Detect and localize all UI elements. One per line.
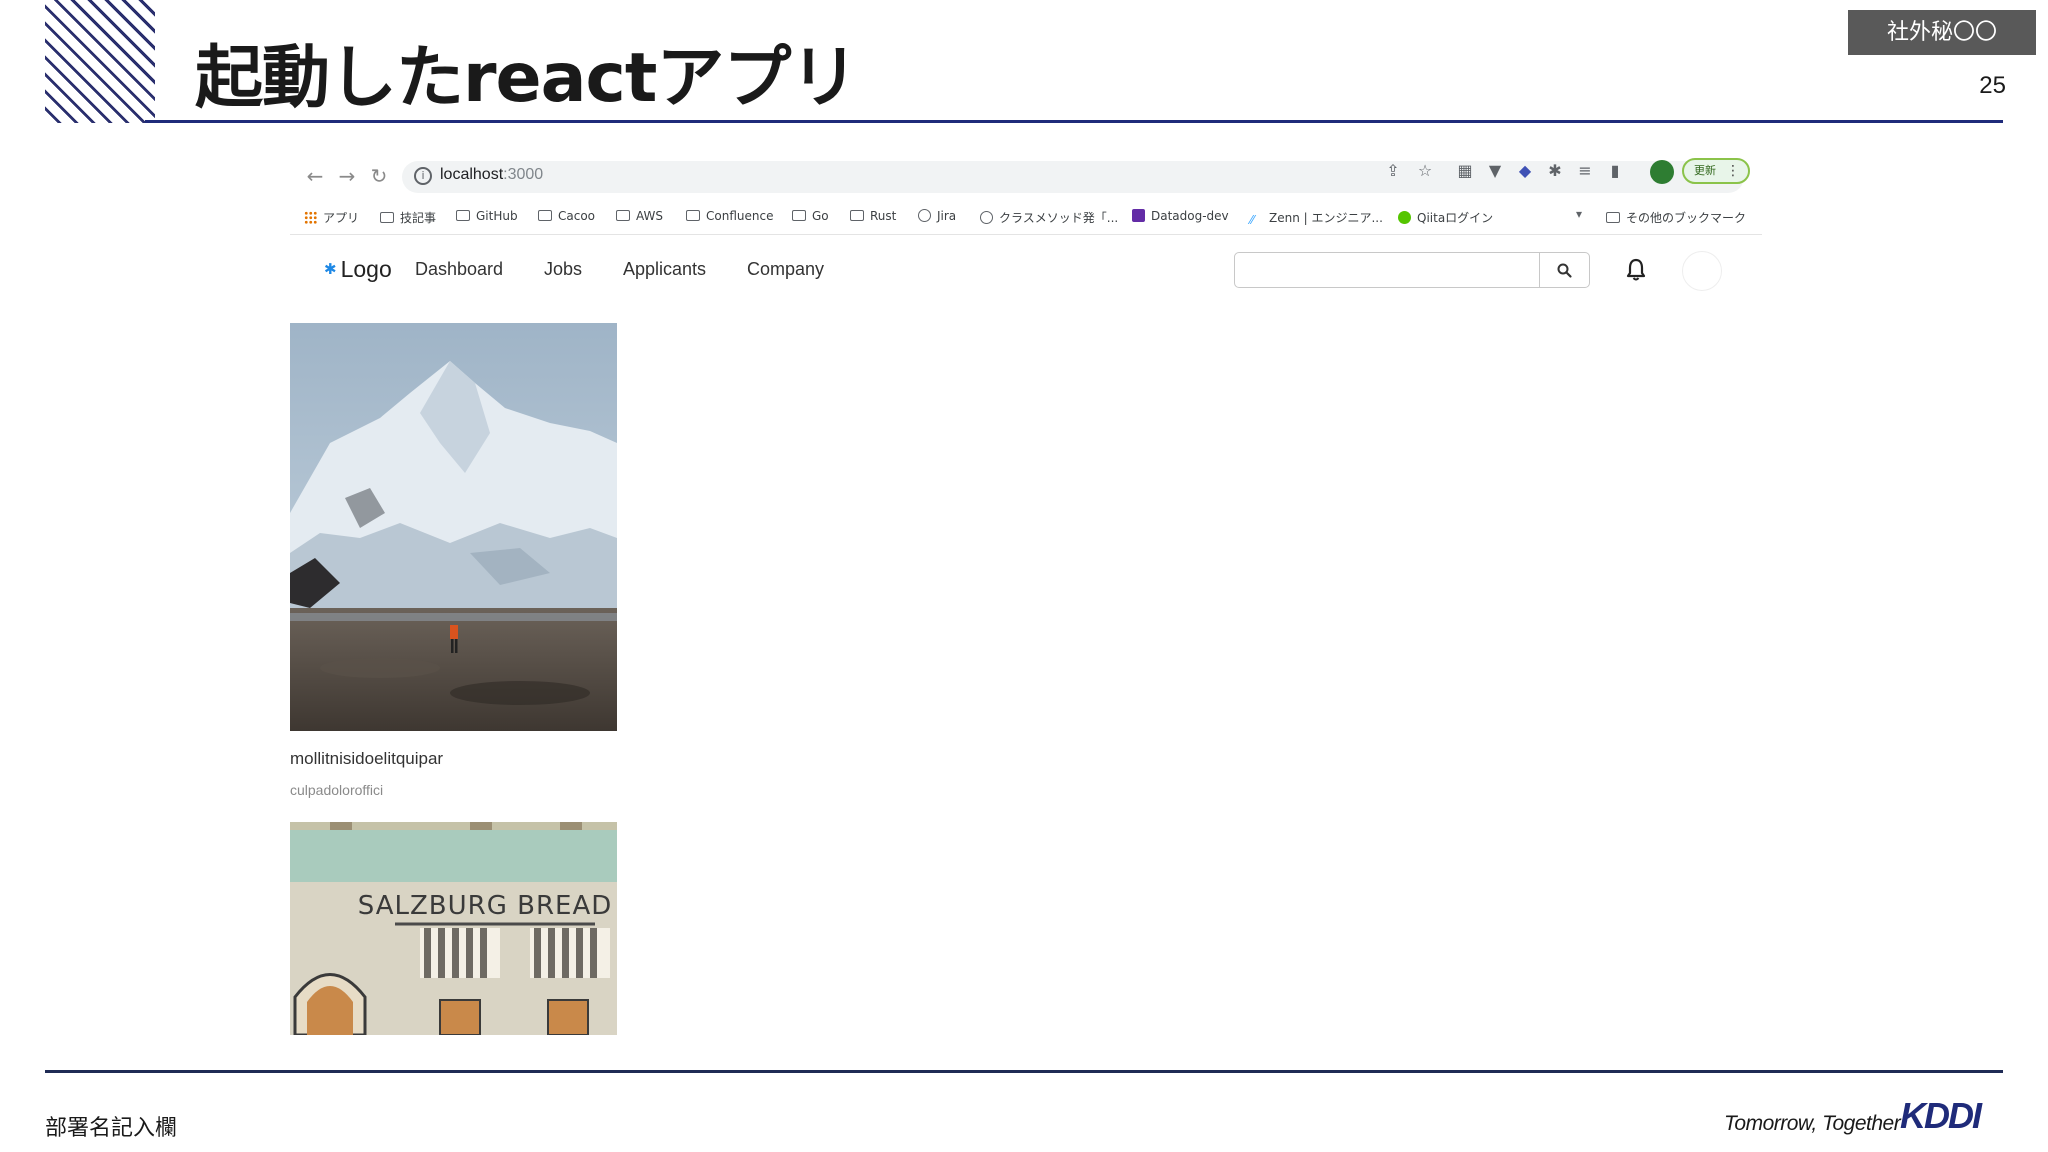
address-url: localhost:3000 <box>440 166 543 184</box>
bookmark-item[interactable]: Rust <box>850 209 896 223</box>
browser-toolbar: ← → ↻ i localhost:3000 ⇪ ☆ ▦ ▼ ◆ ✱ ≡ ▮ 更… <box>290 155 1762 199</box>
bookmark-item[interactable]: Jira <box>918 209 956 223</box>
bookmark-item[interactable]: アプリ <box>304 209 359 226</box>
nav-link-applicants[interactable]: Applicants <box>623 259 706 280</box>
kddi-logo-text: KDDI <box>1900 1095 1983 1136</box>
filter-extension-icon[interactable]: ▼ <box>1484 160 1506 182</box>
bookmark-item[interactable]: Qiitaログイン <box>1398 209 1493 226</box>
extension-icon[interactable]: ◆ <box>1514 160 1536 182</box>
bookmark-item[interactable]: 技記事 <box>380 209 436 226</box>
folder-icon <box>1606 212 1620 223</box>
bookmark-item[interactable]: Datadog-dev <box>1132 209 1229 223</box>
reading-list-icon[interactable]: ≡ <box>1574 160 1596 182</box>
app-navbar: ✱ Logo Dashboard Jobs Applicants Company <box>290 235 1762 305</box>
nav-link-dashboard[interactable]: Dashboard <box>415 259 503 280</box>
apps-grid-icon <box>304 211 317 224</box>
search-button[interactable] <box>1540 252 1590 288</box>
nav-link-jobs[interactable]: Jobs <box>544 259 582 280</box>
striped-awning-right <box>530 928 610 978</box>
menu-dots-icon[interactable]: ⋮ <box>1726 160 1740 182</box>
address-bar[interactable]: i localhost:3000 <box>402 161 1744 193</box>
striped-awning-left <box>420 928 500 978</box>
bookmark-item[interactable]: AWS <box>616 209 663 223</box>
site-info-icon[interactable]: i <box>414 167 432 185</box>
qiita-icon <box>1398 211 1411 224</box>
footer-tagline: Tomorrow, Together <box>1724 1112 1901 1135</box>
address-host: localhost <box>440 166 504 183</box>
kddi-logo: KDDI <box>1900 1095 1985 1136</box>
notification-bell-icon[interactable] <box>1624 257 1648 283</box>
bookmark-item[interactable]: Cacoo <box>538 209 595 223</box>
nav-link-company[interactable]: Company <box>747 259 824 280</box>
browser-screenshot: ← → ↻ i localhost:3000 ⇪ ☆ ▦ ▼ ◆ ✱ ≡ ▮ 更… <box>290 155 1762 1035</box>
bookmark-item[interactable]: ⁄⁄ Zenn | エンジニア... <box>1250 209 1383 227</box>
other-bookmarks[interactable]: その他のブックマーク <box>1606 209 1746 226</box>
card-image-salzburg-bread[interactable]: SALZBURG BREAD <box>290 822 617 1035</box>
title-divider <box>145 120 2003 123</box>
confidential-badge: 社外秘〇〇 <box>1848 10 2036 55</box>
extension-grid-icon[interactable]: ▦ <box>1454 160 1476 182</box>
search-input[interactable] <box>1234 252 1540 288</box>
share-icon[interactable]: ⇪ <box>1382 160 1404 182</box>
logo-text: Logo <box>340 256 392 282</box>
folder-icon <box>538 210 552 221</box>
folder-icon <box>792 210 806 221</box>
profile-avatar-icon[interactable] <box>1650 160 1674 184</box>
search-icon <box>1557 263 1572 278</box>
footer-divider <box>45 1070 2003 1073</box>
reload-icon[interactable]: ↻ <box>366 163 392 189</box>
slide-title: 起動したreactアプリ <box>195 39 858 118</box>
folder-icon <box>686 210 700 221</box>
logo-snowflake-icon: ✱ <box>324 261 337 278</box>
page-number: 25 <box>1979 72 2006 99</box>
bookmark-star-icon[interactable]: ☆ <box>1414 160 1436 182</box>
address-port: :3000 <box>503 166 544 183</box>
footer-department: 部署名記入欄 <box>45 1116 178 1141</box>
card-image-mountain[interactable] <box>290 323 617 731</box>
forward-icon[interactable]: → <box>334 163 360 189</box>
shop-sign-text: SALZBURG BREAD <box>358 891 613 921</box>
bookmark-item[interactable]: Go <box>792 209 829 223</box>
chevron-down-icon[interactable]: ▾ <box>1576 207 1582 221</box>
card-title[interactable]: mollitnisidoelitquipar <box>290 749 443 769</box>
bookmarks-bar: アプリ 技記事 GitHub Cacoo AWS Confluence Go R… <box>290 199 1762 235</box>
back-icon[interactable]: ← <box>302 163 328 189</box>
bookmark-item[interactable]: クラスメソッド発「... <box>980 209 1118 226</box>
update-button-label: 更新 <box>1694 164 1716 177</box>
puzzle-extensions-icon[interactable]: ✱ <box>1544 160 1566 182</box>
decorative-stripes <box>45 0 155 123</box>
folder-icon <box>850 210 864 221</box>
zenn-icon: ⁄⁄ <box>1250 213 1255 227</box>
side-panel-icon[interactable]: ▮ <box>1604 160 1626 182</box>
folder-icon <box>616 210 630 221</box>
jira-icon <box>918 209 931 222</box>
folder-icon <box>380 212 394 223</box>
card-subtitle: culpadoloroffici <box>290 782 384 798</box>
app-logo[interactable]: ✱ Logo <box>324 256 392 283</box>
update-button[interactable]: 更新 ⋮ <box>1682 158 1750 184</box>
bookmark-item[interactable]: GitHub <box>456 209 518 223</box>
datadog-icon <box>1132 209 1145 222</box>
loading-circle-icon <box>980 211 993 224</box>
user-avatar[interactable] <box>1682 251 1722 291</box>
folder-icon <box>456 210 470 221</box>
bookmark-item[interactable]: Confluence <box>686 209 773 223</box>
